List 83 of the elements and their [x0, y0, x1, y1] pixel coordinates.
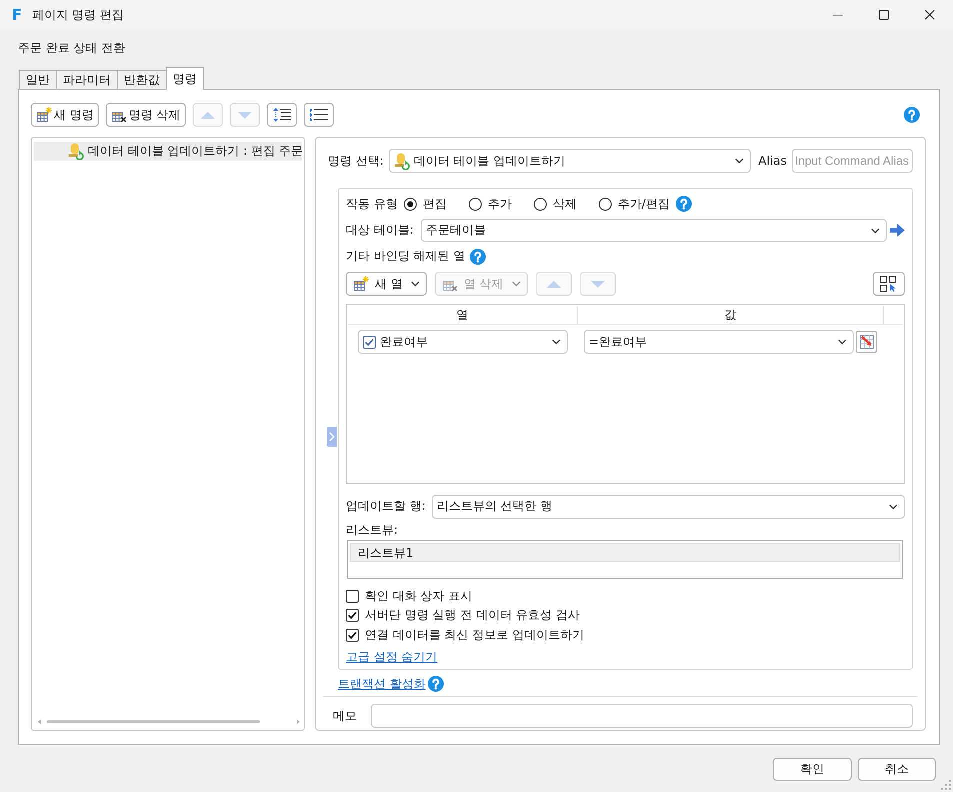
dialog-heading: 주문 완료 상태 전환	[18, 41, 126, 56]
hide-advanced-link[interactable]: 고급 설정 숨기기	[346, 650, 438, 664]
value-dropdown[interactable]: =완료여부	[584, 330, 854, 354]
memo-label: 메모	[333, 708, 357, 724]
new-column-button[interactable]: 새 열	[346, 272, 427, 296]
tab[interactable]: 명령	[166, 67, 204, 90]
cell-picker-button[interactable]	[856, 331, 877, 353]
radio-button[interactable]	[404, 198, 417, 210]
table-arrow-icon	[860, 335, 874, 349]
memo-field[interactable]	[371, 704, 913, 728]
close-icon	[925, 10, 935, 20]
command-select-label: 명령 선택:	[328, 154, 384, 168]
chevron-down-icon	[512, 281, 521, 287]
app-logo: F	[12, 8, 22, 22]
transaction-link[interactable]: 트랜잭션 활성화	[338, 676, 426, 692]
bullet-list-icon	[310, 109, 328, 121]
help-icon	[676, 196, 692, 212]
action-type-label: 작동 유형	[346, 196, 398, 212]
radio-label: 추가	[488, 196, 512, 212]
new-table-icon	[353, 276, 369, 292]
alias-label: Alias	[758, 154, 787, 168]
target-table-label: 대상 테이블:	[346, 223, 414, 238]
triangle-up-icon	[546, 280, 561, 288]
radio-button[interactable]	[468, 198, 482, 210]
list-item[interactable]: 리스트뷰1	[350, 542, 900, 562]
unbound-columns-label: 기타 바인딩 해제된 열	[346, 249, 466, 264]
column-dropdown[interactable]: 완료여부	[358, 330, 568, 354]
help-icon	[428, 676, 444, 692]
radio-label: 추가/편집	[618, 196, 670, 212]
cylinder-refresh-icon	[394, 152, 410, 170]
list-view-button[interactable]	[304, 103, 334, 127]
indented-list-icon	[272, 108, 291, 122]
radio-label: 편집	[422, 196, 447, 212]
horizontal-scrollbar[interactable]	[37, 718, 301, 726]
new-command-button[interactable]: 새 명령	[31, 103, 99, 127]
radio-button[interactable]	[534, 198, 547, 210]
chevron-down-icon	[410, 281, 420, 287]
collapse-handle[interactable]	[327, 427, 337, 447]
rows-to-update-label: 업데이트할 행:	[346, 499, 426, 514]
tab[interactable]: 반환값	[117, 70, 167, 89]
window-title: 페이지 명령 편집	[32, 8, 124, 22]
checkbox-label: 확인 대화 상자 표시	[365, 588, 472, 604]
alias-field[interactable]: Input Command Alias	[792, 149, 913, 173]
chevron-down-icon	[889, 504, 898, 510]
column-header: 열	[348, 306, 578, 325]
new-table-icon	[36, 107, 52, 123]
minimize-icon	[833, 14, 843, 16]
tree-item[interactable]: 데이터 테이블 업데이트하기 : 편집 주문	[34, 142, 302, 161]
cylinder-refresh-icon	[68, 143, 84, 160]
indent-button[interactable]	[266, 103, 297, 127]
rows-to-update-dropdown[interactable]: 리스트뷰의 선택한 행	[432, 494, 905, 518]
radio-button[interactable]	[598, 198, 612, 210]
help-icon	[470, 248, 486, 264]
checkbox-label: 서버단 명령 실행 전 데이터 유효성 검사	[365, 608, 580, 624]
checkbox[interactable]	[346, 590, 359, 603]
triangle-up-icon	[200, 112, 215, 118]
grid-cursor-icon	[880, 276, 898, 292]
chevron-down-icon	[734, 158, 744, 164]
triangle-down-icon	[238, 112, 252, 118]
chevron-right-icon	[329, 432, 335, 442]
listview-label: 리스트뷰:	[346, 522, 398, 536]
select-columns-button[interactable]	[873, 272, 905, 296]
triangle-down-icon	[590, 280, 605, 288]
checkbox[interactable]	[346, 628, 359, 642]
tab[interactable]: 파라미터	[56, 70, 118, 89]
checkbox-label: 연결 데이터를 최신 정보로 업데이트하기	[365, 628, 584, 643]
resize-grip-icon[interactable]	[941, 780, 951, 790]
chevron-down-icon	[552, 339, 561, 345]
arrow-right-icon[interactable]	[890, 224, 905, 237]
cancel-button[interactable]: 취소	[858, 758, 936, 781]
radio-label: 삭제	[552, 196, 577, 212]
ok-button[interactable]: 확인	[773, 758, 852, 781]
delete-command-button[interactable]: 명령 삭제	[106, 103, 186, 127]
column-header: 값	[578, 306, 884, 325]
command-dropdown[interactable]: 데이터 테이블 업데이트하기	[388, 149, 751, 173]
maximize-icon	[879, 10, 889, 20]
chevron-down-icon	[871, 228, 880, 234]
checkbox[interactable]	[346, 609, 359, 622]
tab[interactable]: 일반	[19, 70, 57, 89]
target-table-dropdown[interactable]: 주문테이블	[420, 219, 887, 242]
chevron-down-icon	[838, 339, 847, 345]
checkbox[interactable]	[363, 336, 376, 348]
help-icon[interactable]	[904, 107, 920, 123]
